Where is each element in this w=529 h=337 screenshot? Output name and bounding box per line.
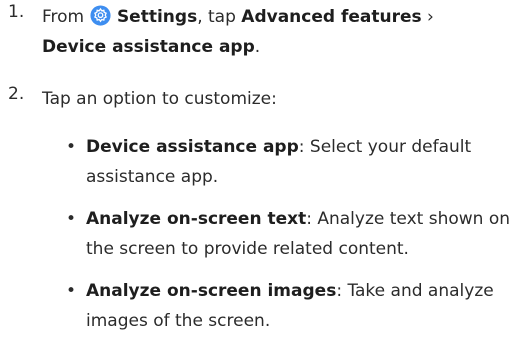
step-1: 1. From Settings, tap Advanced features … [8, 2, 523, 64]
device-assistance-app-label: Device assistance app [42, 37, 255, 57]
advanced-features-label: Advanced features [241, 7, 422, 27]
gear-icon [89, 5, 111, 26]
step-1-end: . [254, 37, 261, 57]
step-1-from: From [42, 7, 85, 27]
step-number: 1. [8, 2, 25, 22]
option-term: Analyze on-screen text [86, 209, 307, 229]
list-item: • Analyze on-screen images: Take and ana… [66, 276, 526, 336]
instruction-document: 1. From Settings, tap Advanced features … [0, 0, 529, 337]
settings-label: Settings [116, 7, 198, 27]
list-item: • Device assistance app: Select your def… [66, 132, 526, 192]
option-term: Device assistance app [86, 137, 299, 157]
option-term: Analyze on-screen images [86, 281, 337, 301]
list-item: • Analyze on-screen text: Analyze text s… [66, 204, 526, 264]
step-number: 2. [8, 84, 25, 104]
step-2-text: Tap an option to customize: [42, 89, 277, 109]
step-1-tap: , tap [197, 7, 236, 27]
breadcrumb-separator: › [421, 7, 434, 27]
bullet-marker: • [66, 137, 77, 157]
step-1-text: From Settings, tap Advanced features › D… [42, 2, 523, 62]
bullet-marker: • [66, 281, 77, 301]
option-list: • Device assistance app: Select your def… [66, 132, 526, 332]
bullet-marker: • [66, 209, 77, 229]
step-2: 2. Tap an option to customize: [8, 84, 523, 114]
